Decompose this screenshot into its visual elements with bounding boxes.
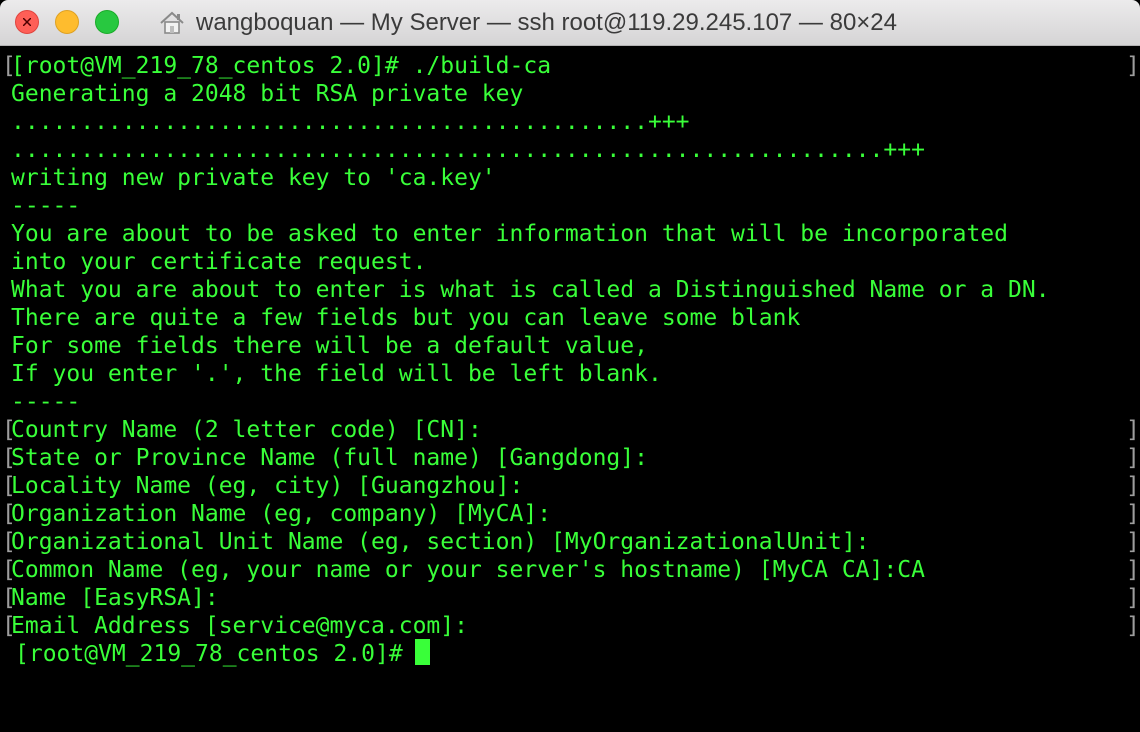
- terminal-line: ........................................…: [11, 109, 690, 135]
- terminal-cursor: [415, 639, 430, 665]
- terminal-line: [root@VM_219_78_centos 2.0]# ./build-ca: [11, 53, 552, 79]
- title-bar[interactable]: wangboquan — My Server — ssh root@119.29…: [0, 0, 1140, 46]
- terminal-line: State or Province Name (full name) [Gang…: [11, 445, 648, 471]
- terminal-line: Locality Name (eg, city) [Guangzhou]:: [11, 473, 524, 499]
- window-title-group: wangboquan — My Server — ssh root@119.29…: [158, 0, 897, 46]
- close-button[interactable]: [15, 10, 39, 34]
- terminal-line: -----: [11, 389, 81, 415]
- right-bracket-marker: ]: [1126, 501, 1140, 527]
- terminal-line: There are quite a few fields but you can…: [11, 305, 801, 331]
- right-bracket-marker: ]: [1126, 417, 1140, 443]
- terminal-line: Name [EasyRSA]:: [11, 585, 219, 611]
- terminal-line: into your certificate request.: [11, 249, 427, 275]
- terminal-line: Generating a 2048 bit RSA private key: [11, 81, 524, 107]
- terminal-output[interactable]: [ ] [ ] [ ] [ ] [ ] [ ] [ ] [ ] [ ] [roo…: [0, 46, 1140, 732]
- right-bracket-marker: ]: [1126, 557, 1140, 583]
- zoom-button[interactable]: [95, 10, 119, 34]
- right-bracket-marker: ]: [1126, 529, 1140, 555]
- terminal-line: You are about to be asked to enter infor…: [11, 221, 1008, 247]
- right-bracket-marker: ]: [1126, 445, 1140, 471]
- terminal-line: Country Name (2 letter code) [CN]:: [11, 417, 482, 443]
- right-bracket-marker: ]: [1126, 613, 1140, 639]
- terminal-line: Email Address [service@myca.com]:: [11, 613, 468, 639]
- terminal-window: wangboquan — My Server — ssh root@119.29…: [0, 0, 1140, 732]
- window-title: wangboquan — My Server — ssh root@119.29…: [196, 9, 898, 36]
- terminal-line: Organization Name (eg, company) [MyCA]:: [11, 501, 552, 527]
- terminal-line: If you enter '.', the field will be left…: [11, 361, 662, 387]
- terminal-line: Organizational Unit Name (eg, section) […: [11, 529, 870, 555]
- terminal-line: -----: [11, 193, 81, 219]
- minimize-button[interactable]: [55, 10, 79, 34]
- terminal-line: ........................................…: [11, 137, 925, 163]
- right-bracket-marker: ]: [1126, 473, 1140, 499]
- terminal-line: For some fields there will be a default …: [11, 333, 648, 359]
- right-bracket-marker: ]: [1126, 585, 1140, 611]
- terminal-prompt-line[interactable]: [root@VM_219_78_centos 2.0]#: [15, 640, 417, 668]
- home-icon: [160, 11, 184, 34]
- terminal-line: Common Name (eg, your name or your serve…: [11, 557, 925, 583]
- right-bracket-marker: ]: [1126, 53, 1140, 79]
- terminal-line: What you are about to enter is what is c…: [11, 277, 1050, 303]
- close-icon: [23, 18, 31, 26]
- terminal-line: writing new private key to 'ca.key': [11, 165, 496, 191]
